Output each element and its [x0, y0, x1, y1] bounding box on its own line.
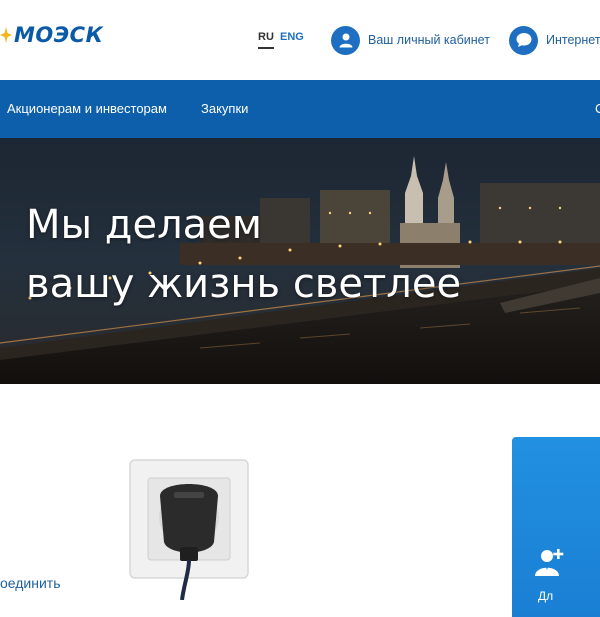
add-user-icon: [535, 549, 564, 576]
site-header: МОЭСК RU ENG Ваш личный кабинет Интернет: [0, 0, 600, 80]
hero-title-line-1: Мы делаем: [26, 202, 262, 248]
hero-title-line-2: вашу жизнь светлее: [26, 261, 462, 307]
logo[interactable]: МОЭСК: [0, 20, 103, 50]
chat-bubble-icon: [509, 25, 538, 55]
personal-cabinet-label: Ваш личный кабинет: [368, 33, 490, 47]
internet-reception-button[interactable]: Интернет: [509, 24, 600, 56]
power-socket-illustration: [129, 459, 249, 600]
hero-banner: Мы делаем вашу жизнь светлее: [0, 138, 600, 384]
lang-active-underline: [258, 47, 274, 49]
logo-text: МОЭСК: [14, 23, 104, 47]
user-icon: [331, 25, 360, 55]
main-navigation: Акционерам и инвесторам Закупки С: [0, 80, 600, 138]
new-client-card-label: Дл: [538, 589, 554, 603]
nav-item-next[interactable]: С: [595, 101, 600, 116]
internet-reception-label: Интернет: [546, 33, 600, 47]
logo-spark-icon: [0, 27, 12, 43]
lang-ru-link[interactable]: RU: [258, 31, 274, 43]
lang-eng-link[interactable]: ENG: [280, 31, 304, 43]
nav-item-investors[interactable]: Акционерам и инвесторам: [7, 101, 167, 116]
connect-service-label[interactable]: оединить: [0, 575, 61, 591]
new-client-card[interactable]: Дл: [512, 437, 600, 617]
personal-cabinet-button[interactable]: Ваш личный кабинет: [331, 24, 490, 56]
nav-item-procurement[interactable]: Закупки: [201, 101, 248, 116]
